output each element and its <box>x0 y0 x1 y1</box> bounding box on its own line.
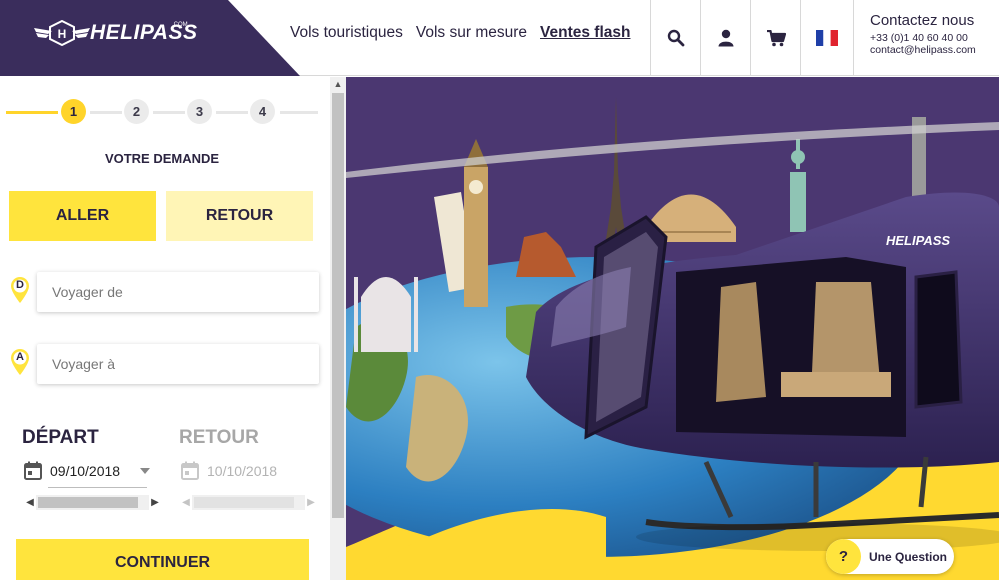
arrival-pin-icon: A <box>9 348 31 376</box>
to-field[interactable] <box>37 344 319 384</box>
depart-label: DÉPART <box>22 427 99 448</box>
panel-vscrollbar[interactable]: ▲ <box>330 77 346 580</box>
scroll-right-icon[interactable]: ▶ <box>149 497 161 508</box>
step-line <box>153 111 185 114</box>
nav-vols-touristiques[interactable]: Vols touristiques <box>290 24 403 42</box>
scroll-thumb[interactable] <box>38 497 138 508</box>
helicopter-brand: HELIPASS <box>886 233 950 248</box>
scroll-left-icon[interactable]: ◀ <box>24 497 36 508</box>
brand-suffix: .COM <box>172 22 188 28</box>
step-line <box>90 111 122 114</box>
contact-block[interactable]: Contactez nous +33 (0)1 40 60 40 00 cont… <box>853 0 999 76</box>
account-button[interactable] <box>700 0 751 76</box>
step-3[interactable]: 3 <box>187 99 212 124</box>
hero-banner: HELIPASS <box>346 77 999 580</box>
retour-hscrollbar[interactable]: ◀ ▶ <box>180 495 317 510</box>
departure-pin-icon: D <box>9 276 31 304</box>
nav-vols-sur-mesure[interactable]: Vols sur mesure <box>416 24 527 42</box>
contact-email[interactable]: contact@helipass.com <box>870 44 999 56</box>
from-field[interactable] <box>37 272 319 312</box>
retour-date-value[interactable]: 10/10/2018 <box>207 463 277 479</box>
step-indicator: 1 2 3 4 <box>0 99 330 125</box>
depart-hscrollbar[interactable]: ◀ ▶ <box>24 495 161 510</box>
svg-text:H: H <box>58 27 67 41</box>
nav-ventes-flash[interactable]: Ventes flash <box>540 24 630 42</box>
departure-pin-letter: D <box>16 279 24 291</box>
scroll-up-icon[interactable]: ▲ <box>330 79 346 89</box>
contact-phone[interactable]: +33 (0)1 40 60 40 00 <box>870 32 999 44</box>
to-input[interactable] <box>37 344 319 384</box>
scroll-track <box>36 495 149 510</box>
retour-date-picker[interactable]: 10/10/2018 <box>181 461 277 480</box>
form-title: VOTRE DEMANDE <box>104 151 220 166</box>
site-header: H HELIPASS .COM Vols touristiques Vols s… <box>0 0 999 76</box>
calendar-icon <box>24 461 42 480</box>
scroll-thumb[interactable] <box>332 93 344 518</box>
helipass-wings-icon: H <box>34 20 90 46</box>
depart-date-picker[interactable]: 09/10/2018 <box>24 461 151 480</box>
question-icon: ? <box>826 539 861 574</box>
scroll-right-icon[interactable]: ▶ <box>305 497 317 508</box>
continue-button[interactable]: CONTINUER <box>16 539 309 580</box>
contact-title: Contactez nous <box>870 12 975 29</box>
from-input[interactable] <box>37 272 319 312</box>
scroll-track <box>192 495 305 510</box>
logo-block[interactable]: H HELIPASS .COM <box>0 0 300 76</box>
language-button[interactable] <box>800 0 853 76</box>
step-1[interactable]: 1 <box>61 99 86 124</box>
question-label: Une Question <box>869 549 948 564</box>
cart-button[interactable] <box>750 0 801 76</box>
step-4[interactable]: 4 <box>250 99 275 124</box>
depart-date-underline <box>48 487 147 488</box>
hero-illustration: HELIPASS <box>346 77 999 580</box>
depart-date-value[interactable]: 09/10/2018 <box>50 463 120 479</box>
tab-aller[interactable]: ALLER <box>9 191 156 241</box>
step-2[interactable]: 2 <box>124 99 149 124</box>
chevron-down-icon[interactable] <box>140 467 151 474</box>
step-progress-line <box>6 111 58 114</box>
arrival-pin-letter: A <box>16 351 24 363</box>
tab-retour[interactable]: RETOUR <box>166 191 313 241</box>
cart-icon <box>766 29 786 46</box>
step-line <box>280 111 318 114</box>
main-nav: Vols touristiques Vols sur mesure Ventes… <box>290 24 630 42</box>
search-button[interactable] <box>650 0 701 76</box>
calendar-icon <box>181 461 199 480</box>
scroll-thumb[interactable] <box>194 497 294 508</box>
french-flag-icon <box>816 30 838 46</box>
step-line <box>216 111 248 114</box>
question-button[interactable]: ? Une Question <box>826 539 954 574</box>
scroll-left-icon[interactable]: ◀ <box>180 497 192 508</box>
search-icon <box>667 29 685 47</box>
user-icon <box>718 29 734 47</box>
retour-label: RETOUR <box>179 427 259 448</box>
booking-panel: 1 2 3 4 VOTRE DEMANDE ALLER RETOUR D A D… <box>0 77 330 580</box>
